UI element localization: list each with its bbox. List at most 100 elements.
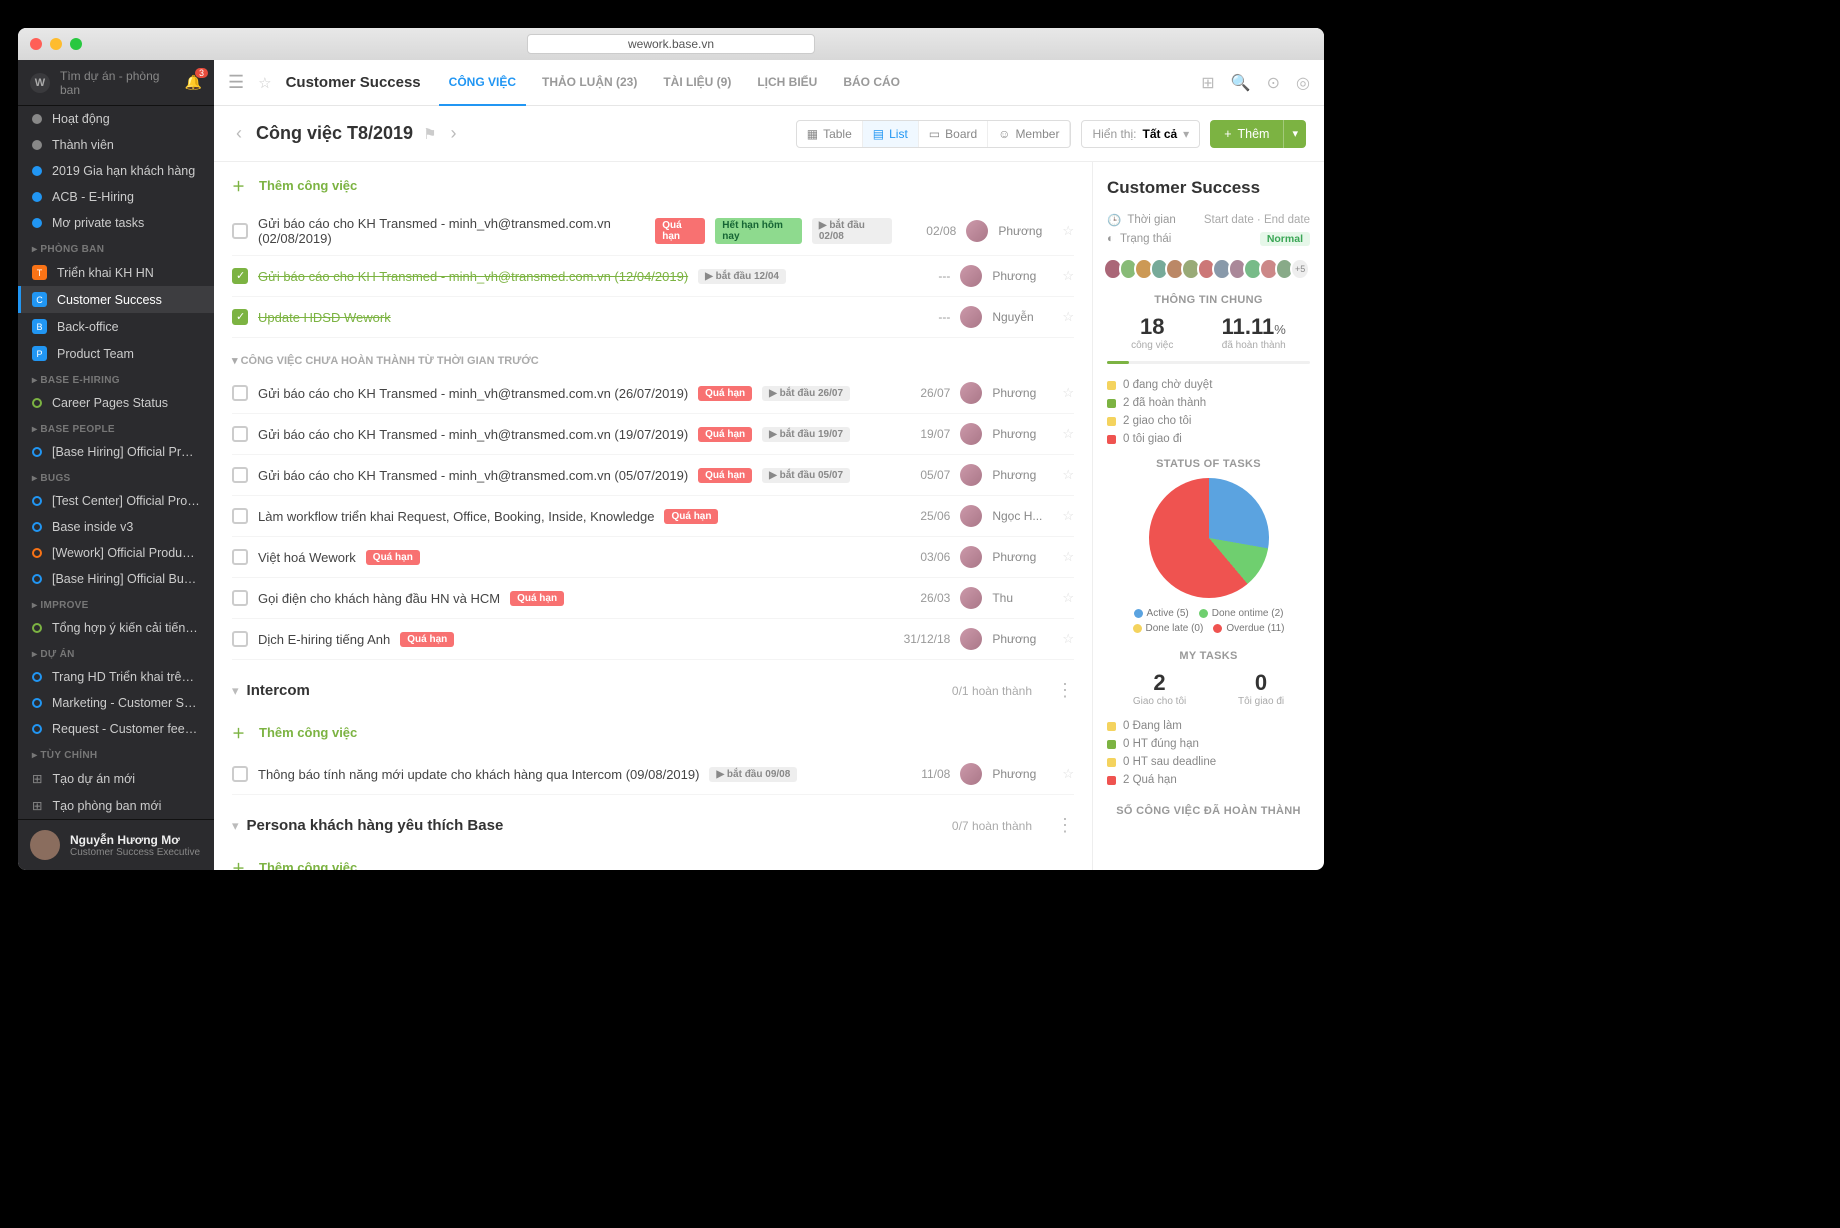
more-icon[interactable]: ⋮ [1056,680,1074,701]
sidebar-item[interactable]: PProduct Team [18,340,214,367]
task-star-icon[interactable]: ☆ [1062,590,1074,606]
task-group-header[interactable]: ▾Intercom0/1 hoàn thành⋮ [232,660,1074,709]
task-row[interactable]: Update HDSD Wework---Nguyễn☆ [232,297,1074,338]
task-checkbox[interactable] [232,549,248,565]
task-star-icon[interactable]: ☆ [1062,631,1074,647]
star-icon[interactable]: ☆ [258,74,271,92]
add-task-button[interactable]: ＋Thêm công việc [232,162,1074,207]
flag-icon[interactable]: ⚑ [423,125,436,143]
task-row[interactable]: Làm workflow triển khai Request, Office,… [232,496,1074,537]
sidebar-item[interactable]: ACB - E-Hiring [18,184,214,210]
nav-tab[interactable]: TÀI LIỆU (9) [653,60,741,106]
menu-toggle-icon[interactable]: ☰ [228,72,244,93]
sidebar-item[interactable]: Request - Customer feedba... [18,716,214,742]
sidebar-item[interactable]: BBack-office [18,313,214,340]
task-checkbox[interactable] [232,268,248,284]
task-row[interactable]: Gửi báo cáo cho KH Transmed - minh_vh@tr… [232,414,1074,455]
sidebar-item[interactable]: [Base Hiring] Official Produ... [18,439,214,465]
task-star-icon[interactable]: ☆ [1062,385,1074,401]
sidebar-item[interactable]: Tổng hợp ý kiến cải tiến Ba... [18,615,214,641]
task-star-icon[interactable]: ☆ [1062,766,1074,782]
task-row[interactable]: Gửi báo cáo cho KH Transmed - minh_vh@tr… [232,256,1074,297]
nav-next-icon[interactable]: › [447,119,461,148]
sidebar-item[interactable]: [Wework] Official Product D... [18,540,214,566]
task-row[interactable]: Dịch E-hiring tiếng AnhQuá hạn31/12/18Ph… [232,619,1074,660]
sidebar-item-label: Mơ private tasks [52,216,144,230]
address-bar[interactable]: wework.base.vn [527,34,815,54]
nav-tab[interactable]: THẢO LUẬN (23) [532,60,647,106]
view-button[interactable]: ▭Board [919,121,988,147]
sidebar-item[interactable]: Thành viên [18,132,214,158]
sidebar-item-icon [32,447,42,457]
task-star-icon[interactable]: ☆ [1062,508,1074,524]
task-star-icon[interactable]: ☆ [1062,223,1074,239]
task-star-icon[interactable]: ☆ [1062,268,1074,284]
avatar-more[interactable]: +5 [1290,258,1310,280]
task-checkbox[interactable] [232,467,248,483]
search-icon[interactable]: 🔍 [1231,73,1251,93]
view-button[interactable]: ▤List [863,121,919,147]
add-button[interactable]: + Thêm [1210,120,1283,148]
sidebar-item[interactable]: 2019 Gia hạn khách hàng [18,158,214,184]
task-star-icon[interactable]: ☆ [1062,549,1074,565]
task-checkbox[interactable] [232,223,248,239]
maximize-window[interactable] [70,38,82,50]
filter-dropdown[interactable]: Hiển thị: Tất cả ▾ [1081,120,1200,148]
task-row[interactable]: Việt hoá WeworkQuá hạn03/06Phương☆ [232,537,1074,578]
notifications-icon[interactable]: 🔔3 [185,74,202,91]
sidebar-item-icon [32,140,42,150]
sidebar-search[interactable]: Tìm dự án - phòng ban [60,69,175,97]
sidebar-item[interactable]: Trang HD Triển khai trên W... [18,664,214,690]
sidebar-item[interactable]: [Test Center] Official Project [18,488,214,514]
nav-tab[interactable]: CÔNG VIỆC [439,60,526,106]
sidebar-item[interactable]: ⊞Tạo phòng ban mới [18,792,214,819]
task-group-header[interactable]: ▾Persona khách hàng yêu thích Base0/7 ho… [232,795,1074,844]
view-button[interactable]: ☺Member [988,121,1070,147]
task-checkbox[interactable] [232,426,248,442]
assignee-name: Phương [992,269,1052,283]
sidebar-item[interactable]: Hoạt động [18,106,214,132]
nav-tab[interactable]: BÁO CÁO [833,60,910,106]
view-button[interactable]: ▦Table [797,121,863,147]
add-task-button[interactable]: ＋Thêm công việc [232,709,1074,754]
minimize-window[interactable] [50,38,62,50]
help-icon[interactable]: ⊙ [1267,73,1280,93]
more-icon[interactable]: ⋮ [1056,815,1074,836]
sidebar-item[interactable]: Career Pages Status [18,390,214,416]
task-checkbox[interactable] [232,631,248,647]
subheader: ‹ Công việc T8/2019 ⚑ › ▦Table▤List▭Boar… [214,106,1324,162]
add-caret[interactable]: ▾ [1283,120,1306,148]
task-star-icon[interactable]: ☆ [1062,309,1074,325]
task-checkbox[interactable] [232,309,248,325]
sidebar-item[interactable]: Base inside v3 [18,514,214,540]
task-tag: ▶ bắt đầu 19/07 [762,427,850,442]
task-checkbox[interactable] [232,385,248,401]
nav-prev-icon[interactable]: ‹ [232,119,246,148]
member-avatars[interactable]: +5 [1107,258,1310,280]
task-row[interactable]: Thông báo tính năng mới update cho khách… [232,754,1074,795]
sidebar-item[interactable]: Marketing - Customer Succ... [18,690,214,716]
location-icon[interactable]: ◎ [1296,73,1310,93]
sidebar-item[interactable]: Mơ private tasks [18,210,214,236]
app-logo[interactable]: W [30,73,50,93]
task-tag: Quá hạn [698,386,752,401]
task-star-icon[interactable]: ☆ [1062,426,1074,442]
task-row[interactable]: Gửi báo cáo cho KH Transmed - minh_vh@tr… [232,207,1074,256]
task-star-icon[interactable]: ☆ [1062,467,1074,483]
task-checkbox[interactable] [232,508,248,524]
task-row[interactable]: Gửi báo cáo cho KH Transmed - minh_vh@tr… [232,373,1074,414]
sidebar-item[interactable]: ⊞Tạo dự án mới [18,765,214,792]
apps-icon[interactable]: ⊞ [1201,73,1214,93]
task-row[interactable]: Gửi báo cáo cho KH Transmed - minh_vh@tr… [232,455,1074,496]
sidebar-item[interactable]: [Base Hiring] Official Bug H... [18,566,214,592]
sidebar-item[interactable]: TTriển khai KH HN [18,259,214,286]
add-task-button[interactable]: ＋Thêm công việc [232,844,1074,870]
task-row[interactable]: Gọi điện cho khách hàng đầu HN và HCMQuá… [232,578,1074,619]
sidebar-item[interactable]: CCustomer Success [18,286,214,313]
sidebar-user[interactable]: Nguyễn Hương Mơ Customer Success Executi… [18,819,214,870]
task-checkbox[interactable] [232,590,248,606]
task-checkbox[interactable] [232,766,248,782]
sidebar-item-label: Trang HD Triển khai trên W... [52,670,200,684]
close-window[interactable] [30,38,42,50]
nav-tab[interactable]: LỊCH BIỂU [747,60,827,106]
